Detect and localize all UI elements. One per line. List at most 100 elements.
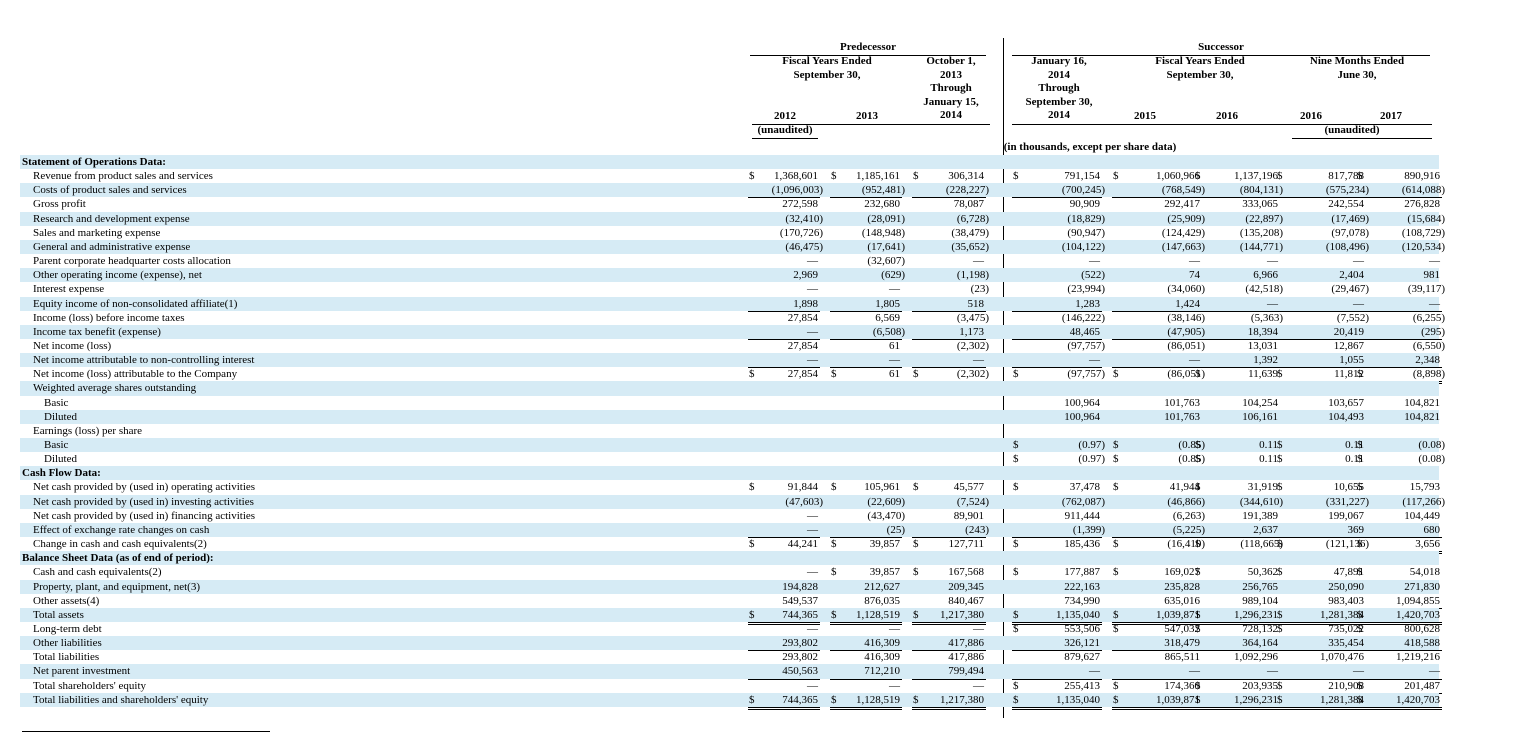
value-cell	[748, 155, 820, 169]
value-text: 417,886	[948, 637, 984, 650]
value-text: 48,465	[1069, 325, 1100, 338]
dollar-sign: $	[1277, 566, 1283, 579]
value-cell: $167,568	[912, 565, 986, 579]
dollar-sign: $	[1357, 481, 1363, 494]
value-text: 1,296,231	[1234, 693, 1278, 706]
value-text: 276,828	[1404, 198, 1440, 211]
value-cell: (35,652)	[912, 240, 989, 254]
table-row: Effect of exchange rate changes on cash —…	[20, 522, 1442, 539]
value-text: —	[807, 622, 818, 635]
value-cell: $45,577	[912, 480, 986, 494]
value-cell	[1194, 381, 1280, 395]
table-row: Income tax benefit (expense) — (6,508) 1,17…	[20, 324, 1445, 340]
value-cell: —	[1356, 297, 1442, 312]
value-cell: 2,637	[1194, 523, 1280, 539]
dollar-sign: $	[1195, 170, 1201, 183]
dollar-sign: $	[1013, 538, 1019, 551]
value-cell	[830, 410, 902, 424]
value-cell: 1,094,855	[1356, 594, 1442, 609]
row-label: Costs of product sales and services	[33, 184, 187, 197]
row-label: Net cash provided by (used in) investing…	[33, 495, 254, 508]
value-cell: (32,410)	[748, 212, 823, 226]
dollar-sign: $	[1113, 608, 1119, 621]
value-cell: $1,420,703	[1356, 693, 1442, 710]
value-cell: $744,365	[748, 693, 820, 710]
value-cell	[1276, 155, 1366, 169]
value-text: 6,569	[875, 311, 900, 324]
value-text: —	[973, 622, 984, 635]
value-text: —	[889, 283, 900, 296]
dollar-sign: $	[1013, 170, 1019, 183]
value-cell: (42,518)	[1194, 282, 1283, 296]
value-cell	[1112, 466, 1202, 480]
dollar-sign: $	[1277, 679, 1283, 692]
predecessor-header: Predecessor	[840, 41, 896, 53]
value-cell: 276,828	[1356, 197, 1442, 211]
value-cell: (243)	[912, 523, 989, 539]
value-text: 1,296,231	[1234, 608, 1278, 621]
row-label: Diluted	[44, 453, 77, 466]
value-text: (243)	[965, 523, 989, 536]
value-cell: $1,296,231	[1194, 693, 1280, 710]
row-label: Balance Sheet Data (as of end of period)…	[22, 552, 214, 565]
value-text: —	[1429, 665, 1440, 678]
dollar-sign: $	[1357, 538, 1363, 551]
value-cell	[1276, 466, 1366, 480]
dollar-sign: $	[1013, 622, 1019, 635]
table-row: General and administrative expense (46,47…	[20, 239, 1445, 255]
value-cell: $37,478	[1012, 480, 1102, 494]
value-cell: (1,096,003)	[748, 183, 823, 199]
value-cell: $306,314	[912, 169, 986, 183]
value-cell: 212,627	[830, 580, 902, 594]
dollar-sign: $	[1357, 608, 1363, 621]
value-text: 1,420,703	[1396, 608, 1440, 621]
value-cell	[1356, 466, 1442, 480]
value-cell: (47,905)	[1112, 325, 1205, 340]
value-cell: —	[748, 622, 820, 636]
value-text: 61	[889, 368, 900, 381]
dollar-sign: $	[1113, 368, 1119, 381]
dollar-sign: $	[1195, 622, 1201, 635]
value-cell: 333,065	[1194, 197, 1280, 211]
value-text: (38,479)	[951, 226, 989, 239]
table-row: Basic $ (0.97) $ (0.85) $0.11 $0.11 $ (0.08)	[20, 438, 1445, 453]
value-cell: (108,496)	[1276, 240, 1369, 254]
value-cell: 418,588	[1356, 636, 1442, 652]
value-cell	[830, 424, 902, 438]
value-cell	[1012, 466, 1102, 480]
value-cell: —	[1276, 297, 1366, 312]
value-text: (2,302)	[956, 339, 989, 352]
value-text: 212,627	[864, 580, 900, 593]
dollar-sign: $	[1113, 439, 1119, 451]
dollar-sign: $	[1013, 368, 1019, 381]
value-cell: 734,990	[1012, 594, 1102, 609]
row-label: Income tax benefit (expense)	[33, 325, 161, 338]
value-cell	[912, 466, 986, 480]
dollar-sign: $	[1357, 679, 1363, 692]
value-cell	[912, 551, 986, 565]
value-cell: (614,088)	[1356, 183, 1445, 199]
dollar-sign: $	[749, 538, 755, 551]
value-cell: 865,511	[1112, 650, 1202, 664]
value-text: 840,467	[948, 594, 984, 607]
value-text: 104,254	[1242, 396, 1278, 409]
value-cell: —	[1112, 254, 1202, 268]
value-cell: 318,479	[1112, 636, 1202, 652]
value-text: 553,506	[1064, 622, 1100, 635]
col8-year: 2017	[1380, 110, 1402, 122]
value-text: 78,087	[953, 198, 984, 211]
value-cell: (117,266)	[1356, 495, 1445, 509]
value-cell: (7,552)	[1276, 311, 1369, 325]
dollar-sign: $	[913, 566, 919, 579]
value-text: (43,470)	[867, 509, 905, 522]
value-cell: $41,944	[1112, 480, 1202, 494]
value-text: 100,964	[1064, 396, 1100, 409]
value-text: 39,857	[869, 538, 900, 551]
fye-succ-header: Fiscal Years Ended September 30,	[1155, 55, 1245, 81]
dollar-sign: $	[1013, 693, 1019, 706]
value-cell: (344,610)	[1194, 495, 1283, 509]
dollar-sign: $	[1277, 693, 1283, 706]
value-text: —	[807, 679, 818, 692]
value-cell: (25,909)	[1112, 212, 1205, 226]
value-cell: 326,121	[1012, 636, 1102, 652]
